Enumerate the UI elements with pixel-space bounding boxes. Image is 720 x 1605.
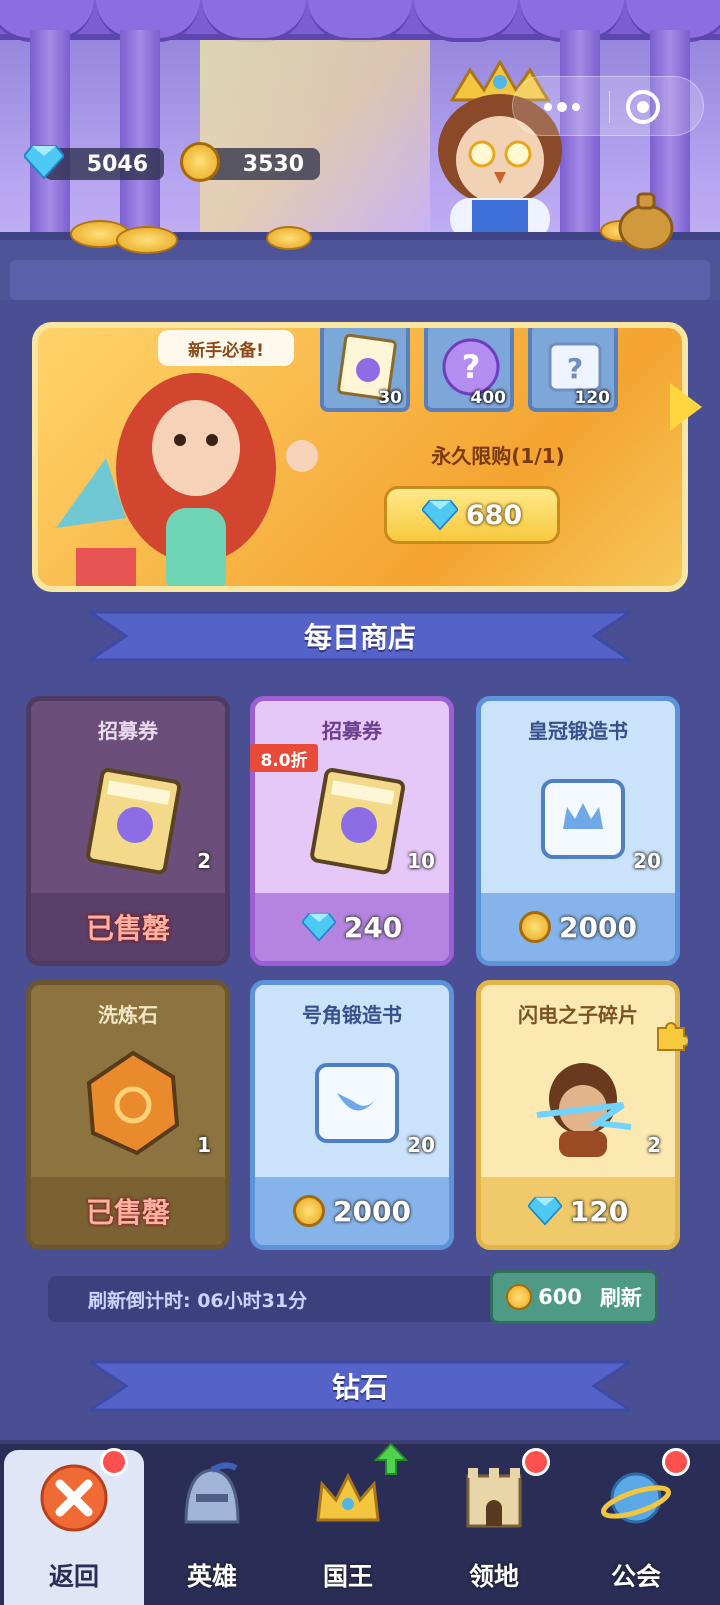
upgrade-arrow-icon bbox=[374, 1442, 408, 1475]
gold-coin-icon bbox=[506, 1284, 533, 1310]
nav-tab-territory[interactable]: 领地 bbox=[424, 1448, 564, 1605]
daily-shop-header: 每日商店 bbox=[90, 608, 630, 664]
banner-item-mystery-orb[interactable]: ? 400 bbox=[424, 328, 514, 412]
refresh-button[interactable]: 600 刷新 bbox=[490, 1270, 658, 1324]
card-qty: 20 bbox=[633, 849, 661, 873]
diamond-icon bbox=[301, 912, 336, 942]
lightning-hero-icon bbox=[536, 1063, 632, 1157]
shop-card-recruit-ticket-sold[interactable]: 招募券 2 已售罄 bbox=[26, 696, 230, 966]
recruit-ticket-icon bbox=[86, 768, 182, 875]
notification-dot bbox=[662, 1448, 690, 1476]
buy-pack-button[interactable]: 680 bbox=[384, 486, 560, 544]
card-title: 招募券 bbox=[322, 719, 382, 743]
shop-card-lightning-son-shard[interactable]: 闪电之子碎片 2 120 bbox=[476, 980, 680, 1250]
coin-pile-icon bbox=[266, 226, 312, 250]
gold-coin-icon bbox=[519, 911, 552, 943]
gold-coin-icon bbox=[180, 142, 220, 182]
sold-out-label: 已售罄 bbox=[85, 912, 170, 945]
gold-balance-value: 3530 bbox=[242, 151, 304, 177]
stage-ledge-trim bbox=[10, 260, 710, 300]
banner-item-qty: 400 bbox=[470, 388, 507, 408]
shop-card-recruit-ticket[interactable]: 招募券 10 240 bbox=[250, 696, 454, 966]
crown-forge-scroll-icon bbox=[541, 779, 625, 859]
card-qty: 10 bbox=[407, 849, 435, 873]
sold-out-label: 已售罄 bbox=[85, 1196, 170, 1229]
banner-item-qty: 30 bbox=[378, 388, 402, 408]
nav-tab-heroes[interactable]: 英雄 bbox=[142, 1450, 282, 1605]
notification-dot bbox=[100, 1448, 128, 1476]
close-miniprogram-icon[interactable] bbox=[625, 89, 661, 125]
banner-item-qty: 120 bbox=[574, 388, 611, 408]
banner-next-arrow-icon[interactable] bbox=[670, 383, 702, 431]
diamond-icon bbox=[527, 1196, 562, 1226]
nav-label: 国王 bbox=[322, 1562, 373, 1591]
horn-forge-scroll-icon bbox=[315, 1063, 399, 1143]
miniprogram-capsule bbox=[512, 76, 704, 136]
svg-text:?: ? bbox=[462, 348, 481, 386]
card-price[interactable]: 240 bbox=[255, 893, 449, 961]
refresh-countdown: 刷新倒计时: 06小时31分 bbox=[48, 1276, 508, 1322]
more-icon[interactable] bbox=[543, 99, 581, 115]
refresh-cost: 600 bbox=[538, 1285, 582, 1309]
card-title: 招募券 bbox=[98, 719, 158, 743]
daily-shop-title: 每日商店 bbox=[303, 621, 416, 654]
nav-label: 英雄 bbox=[186, 1562, 237, 1591]
gold-coin-icon bbox=[293, 1195, 326, 1227]
shop-card-crown-forge-book[interactable]: 皇冠锻造书 20 2000 bbox=[476, 696, 680, 966]
card-price[interactable]: 2000 bbox=[481, 893, 675, 961]
card-title: 皇冠锻造书 bbox=[528, 719, 628, 743]
card-price: 已售罄 bbox=[31, 893, 225, 961]
recruit-ticket-icon bbox=[310, 768, 406, 875]
castle-icon bbox=[466, 1468, 522, 1528]
svg-text:?: ? bbox=[567, 352, 583, 385]
card-price-value: 2000 bbox=[559, 910, 637, 944]
purchase-limit: 永久限购(1/1) bbox=[431, 444, 565, 468]
banner-item-recruit-ticket[interactable]: 30 bbox=[320, 328, 410, 412]
card-qty: 20 bbox=[407, 1133, 435, 1157]
diamond-icon bbox=[421, 499, 458, 531]
close-icon bbox=[40, 1464, 108, 1532]
nav-tab-king[interactable]: 国王 bbox=[278, 1442, 418, 1605]
card-price[interactable]: 2000 bbox=[255, 1177, 449, 1245]
nav-tab-guild[interactable]: 公会 bbox=[566, 1448, 706, 1605]
shop-card-refine-stone-sold[interactable]: 洗炼石 1 已售罄 bbox=[26, 980, 230, 1250]
shop-card-horn-forge-book[interactable]: 号角锻造书 20 2000 bbox=[250, 980, 454, 1250]
nav-label: 公会 bbox=[610, 1562, 661, 1591]
buy-pack-price: 680 bbox=[465, 499, 523, 531]
puzzle-piece-icon bbox=[657, 1022, 688, 1051]
notification-dot bbox=[522, 1448, 550, 1476]
diamond-balance-value: 5046 bbox=[86, 151, 148, 177]
card-title: 洗炼石 bbox=[98, 1003, 158, 1027]
banner-tag: 新手必备! bbox=[158, 330, 294, 366]
diamond-section-header: 钻石 bbox=[90, 1358, 630, 1414]
refine-stone-icon bbox=[86, 1050, 180, 1156]
diamond-icon bbox=[24, 145, 64, 180]
stained-window bbox=[200, 40, 430, 240]
card-price-value: 2000 bbox=[333, 1194, 411, 1228]
shop-header-stage: 5046 3530 bbox=[0, 0, 720, 300]
newbie-pack-banner[interactable]: 新手必备! 30 ? 400 ? 120 永久限购(1/1) 680 bbox=[32, 322, 688, 592]
card-price[interactable]: 120 bbox=[481, 1177, 675, 1245]
card-price-value: 120 bbox=[569, 1194, 629, 1228]
mermaid-hero-icon bbox=[56, 373, 318, 586]
card-qty: 2 bbox=[197, 849, 211, 873]
helmet-icon bbox=[184, 1462, 240, 1524]
card-title: 闪电之子碎片 bbox=[518, 1003, 638, 1027]
refresh-label: 刷新 bbox=[599, 1286, 642, 1310]
discount-badge: 8.0折 bbox=[250, 744, 318, 772]
money-bag-icon bbox=[618, 192, 674, 250]
nav-label: 返回 bbox=[48, 1562, 99, 1591]
card-title: 号角锻造书 bbox=[302, 1003, 402, 1027]
card-qty: 2 bbox=[647, 1133, 661, 1157]
nav-label: 领地 bbox=[468, 1562, 519, 1591]
card-price: 已售罄 bbox=[31, 1177, 225, 1245]
card-qty: 1 bbox=[197, 1133, 211, 1157]
planet-icon bbox=[601, 1472, 671, 1524]
card-price-value: 240 bbox=[343, 910, 403, 944]
coin-pile-icon bbox=[116, 226, 178, 254]
nav-tab-back[interactable]: 返回 bbox=[4, 1448, 144, 1605]
capsule-divider bbox=[609, 91, 610, 123]
diamond-section-title: 钻石 bbox=[331, 1371, 388, 1404]
banner-item-mystery-scroll[interactable]: ? 120 bbox=[528, 328, 618, 412]
